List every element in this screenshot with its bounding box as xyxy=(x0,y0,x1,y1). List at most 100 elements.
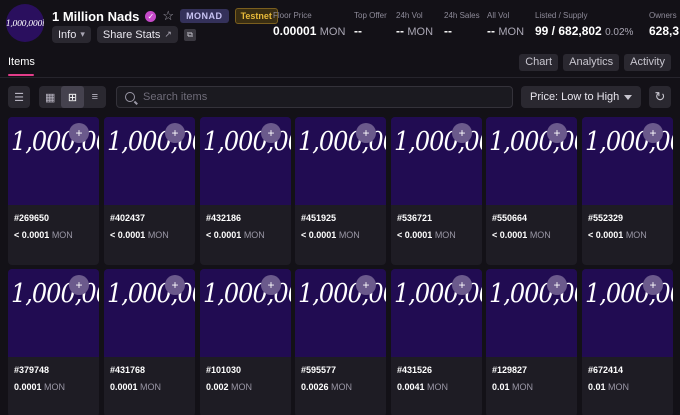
stat-unit: MON xyxy=(498,26,525,38)
item-id: #550664 xyxy=(492,213,528,223)
item-card[interactable]: 1,000,000+ #101030 0.002 MON xyxy=(200,269,291,415)
item-card[interactable]: 1,000,000+ #451925 < 0.0001 MON xyxy=(295,117,386,265)
stat-owners: Owners 628,3 xyxy=(649,11,679,38)
tab-activity[interactable]: Activity xyxy=(624,54,671,71)
item-id: #101030 xyxy=(206,365,242,375)
add-to-cart-icon[interactable]: + xyxy=(69,123,89,143)
stat-value: 0.00001 MON xyxy=(273,24,345,38)
item-card[interactable]: 1,000,000+ #672414 0.01 MON xyxy=(582,269,673,415)
add-to-cart-icon[interactable]: + xyxy=(261,275,281,295)
add-to-cart-icon[interactable]: + xyxy=(165,123,185,143)
item-card[interactable]: 1,000,000+ #550664 < 0.0001 MON xyxy=(486,117,577,265)
large-grid-icon: ▦ xyxy=(44,91,56,104)
item-price-unit: MON xyxy=(625,230,647,240)
item-price-value: 0.01 xyxy=(492,382,510,392)
item-price-value: < 0.0001 xyxy=(588,230,624,240)
item-id: #402437 xyxy=(110,213,146,223)
large-grid-button[interactable]: ▦ xyxy=(39,86,61,108)
add-to-cart-icon[interactable]: + xyxy=(547,275,567,295)
add-to-cart-icon[interactable]: + xyxy=(261,123,281,143)
item-id: #536721 xyxy=(397,213,433,223)
item-card[interactable]: 1,000,000+ #431526 0.0041 MON xyxy=(391,269,482,415)
item-id: #431526 xyxy=(397,365,433,375)
item-price: < 0.0001 MON xyxy=(301,230,360,240)
item-price: < 0.0001 MON xyxy=(14,230,73,240)
item-id: #451925 xyxy=(301,213,337,223)
stat-24h-sales: 24h Sales -- xyxy=(444,11,480,38)
refresh-icon: ↻ xyxy=(654,89,666,104)
item-image: 1,000,000+ xyxy=(104,269,195,357)
item-id: #129827 xyxy=(492,365,528,375)
stat-label: Top Offer xyxy=(354,11,387,20)
add-to-cart-icon[interactable]: + xyxy=(452,275,472,295)
item-image: 1,000,000+ xyxy=(295,117,386,205)
stat-label: All Vol xyxy=(487,11,510,20)
item-price: < 0.0001 MON xyxy=(588,230,647,240)
stat-value: 628,3 xyxy=(649,24,679,38)
add-to-cart-icon[interactable]: + xyxy=(69,275,89,295)
item-id: #595577 xyxy=(301,365,337,375)
item-id: #379748 xyxy=(14,365,50,375)
view-tabs: Chart Analytics Activity xyxy=(519,54,671,71)
item-price-value: < 0.0001 xyxy=(110,230,146,240)
item-image: 1,000,000+ xyxy=(486,117,577,205)
item-card[interactable]: 1,000,000+ #432186 < 0.0001 MON xyxy=(200,117,291,265)
filter-button[interactable]: ☰ xyxy=(8,86,30,108)
add-to-cart-icon[interactable]: + xyxy=(643,275,663,295)
add-to-cart-icon[interactable]: + xyxy=(356,275,376,295)
item-card[interactable]: 1,000,000+ #269650 < 0.0001 MON xyxy=(8,117,99,265)
stat-number: -- xyxy=(444,24,452,38)
small-grid-button[interactable]: ⊞ xyxy=(61,86,84,108)
item-card[interactable]: 1,000,000+ #379748 0.0001 MON xyxy=(8,269,99,415)
filter-icon: ☰ xyxy=(14,91,24,104)
item-price: 0.0001 MON xyxy=(110,382,161,392)
stat-label: Listed / Supply xyxy=(535,11,588,20)
tab-chart[interactable]: Chart xyxy=(519,54,559,71)
stat-label: 24h Sales xyxy=(444,11,480,20)
stat-floor-price: Floor Price 0.00001 MON xyxy=(273,11,345,38)
add-to-cart-icon[interactable]: + xyxy=(547,123,567,143)
sort-select[interactable]: Price: Low to High xyxy=(521,86,641,108)
item-price-unit: MON xyxy=(608,382,630,392)
item-id: #432186 xyxy=(206,213,242,223)
item-price-unit: MON xyxy=(51,230,73,240)
item-card[interactable]: 1,000,000+ #552329 < 0.0001 MON xyxy=(582,117,673,265)
stat-top-offer: Top Offer -- xyxy=(354,11,387,38)
item-price-unit: MON xyxy=(331,382,353,392)
item-price-value: < 0.0001 xyxy=(206,230,242,240)
tabs-row: Items Chart Analytics Activity xyxy=(0,52,680,78)
item-price-value: < 0.0001 xyxy=(397,230,433,240)
stat-value: -- MON xyxy=(487,24,524,38)
item-image: 1,000,000+ xyxy=(104,117,195,205)
item-card[interactable]: 1,000,000+ #402437 < 0.0001 MON xyxy=(104,117,195,265)
stat-number: 628,3 xyxy=(649,24,680,38)
list-view-button[interactable]: ≡ xyxy=(84,86,106,108)
add-to-cart-icon[interactable]: + xyxy=(452,123,472,143)
item-id: #672414 xyxy=(588,365,624,375)
item-price-unit: MON xyxy=(147,230,169,240)
refresh-button[interactable]: ↻ xyxy=(649,86,671,108)
add-to-cart-icon[interactable]: + xyxy=(643,123,663,143)
item-image: 1,000,000+ xyxy=(8,117,99,205)
item-price-unit: MON xyxy=(338,230,360,240)
stat-value: -- xyxy=(354,24,387,38)
stat-all-vol: All Vol -- MON xyxy=(487,11,524,38)
search-input[interactable] xyxy=(143,91,503,103)
item-card[interactable]: 1,000,000+ #129827 0.01 MON xyxy=(486,269,577,415)
stat-label: Floor Price xyxy=(273,11,312,20)
item-price: < 0.0001 MON xyxy=(397,230,456,240)
tab-analytics[interactable]: Analytics xyxy=(563,54,620,71)
item-price: 0.01 MON xyxy=(492,382,533,392)
stat-value: -- xyxy=(444,24,480,38)
item-card[interactable]: 1,000,000+ #595577 0.0026 MON xyxy=(295,269,386,415)
small-grid-icon: ⊞ xyxy=(67,91,78,104)
item-price: 0.0026 MON xyxy=(301,382,352,392)
item-price-value: 0.01 xyxy=(588,382,606,392)
item-card[interactable]: 1,000,000+ #431768 0.0001 MON xyxy=(104,269,195,415)
item-card[interactable]: 1,000,000+ #536721 < 0.0001 MON xyxy=(391,117,482,265)
item-price-value: 0.002 xyxy=(206,382,229,392)
add-to-cart-icon[interactable]: + xyxy=(165,275,185,295)
tab-items[interactable]: Items xyxy=(8,56,35,68)
add-to-cart-icon[interactable]: + xyxy=(356,123,376,143)
item-price-unit: MON xyxy=(231,382,253,392)
